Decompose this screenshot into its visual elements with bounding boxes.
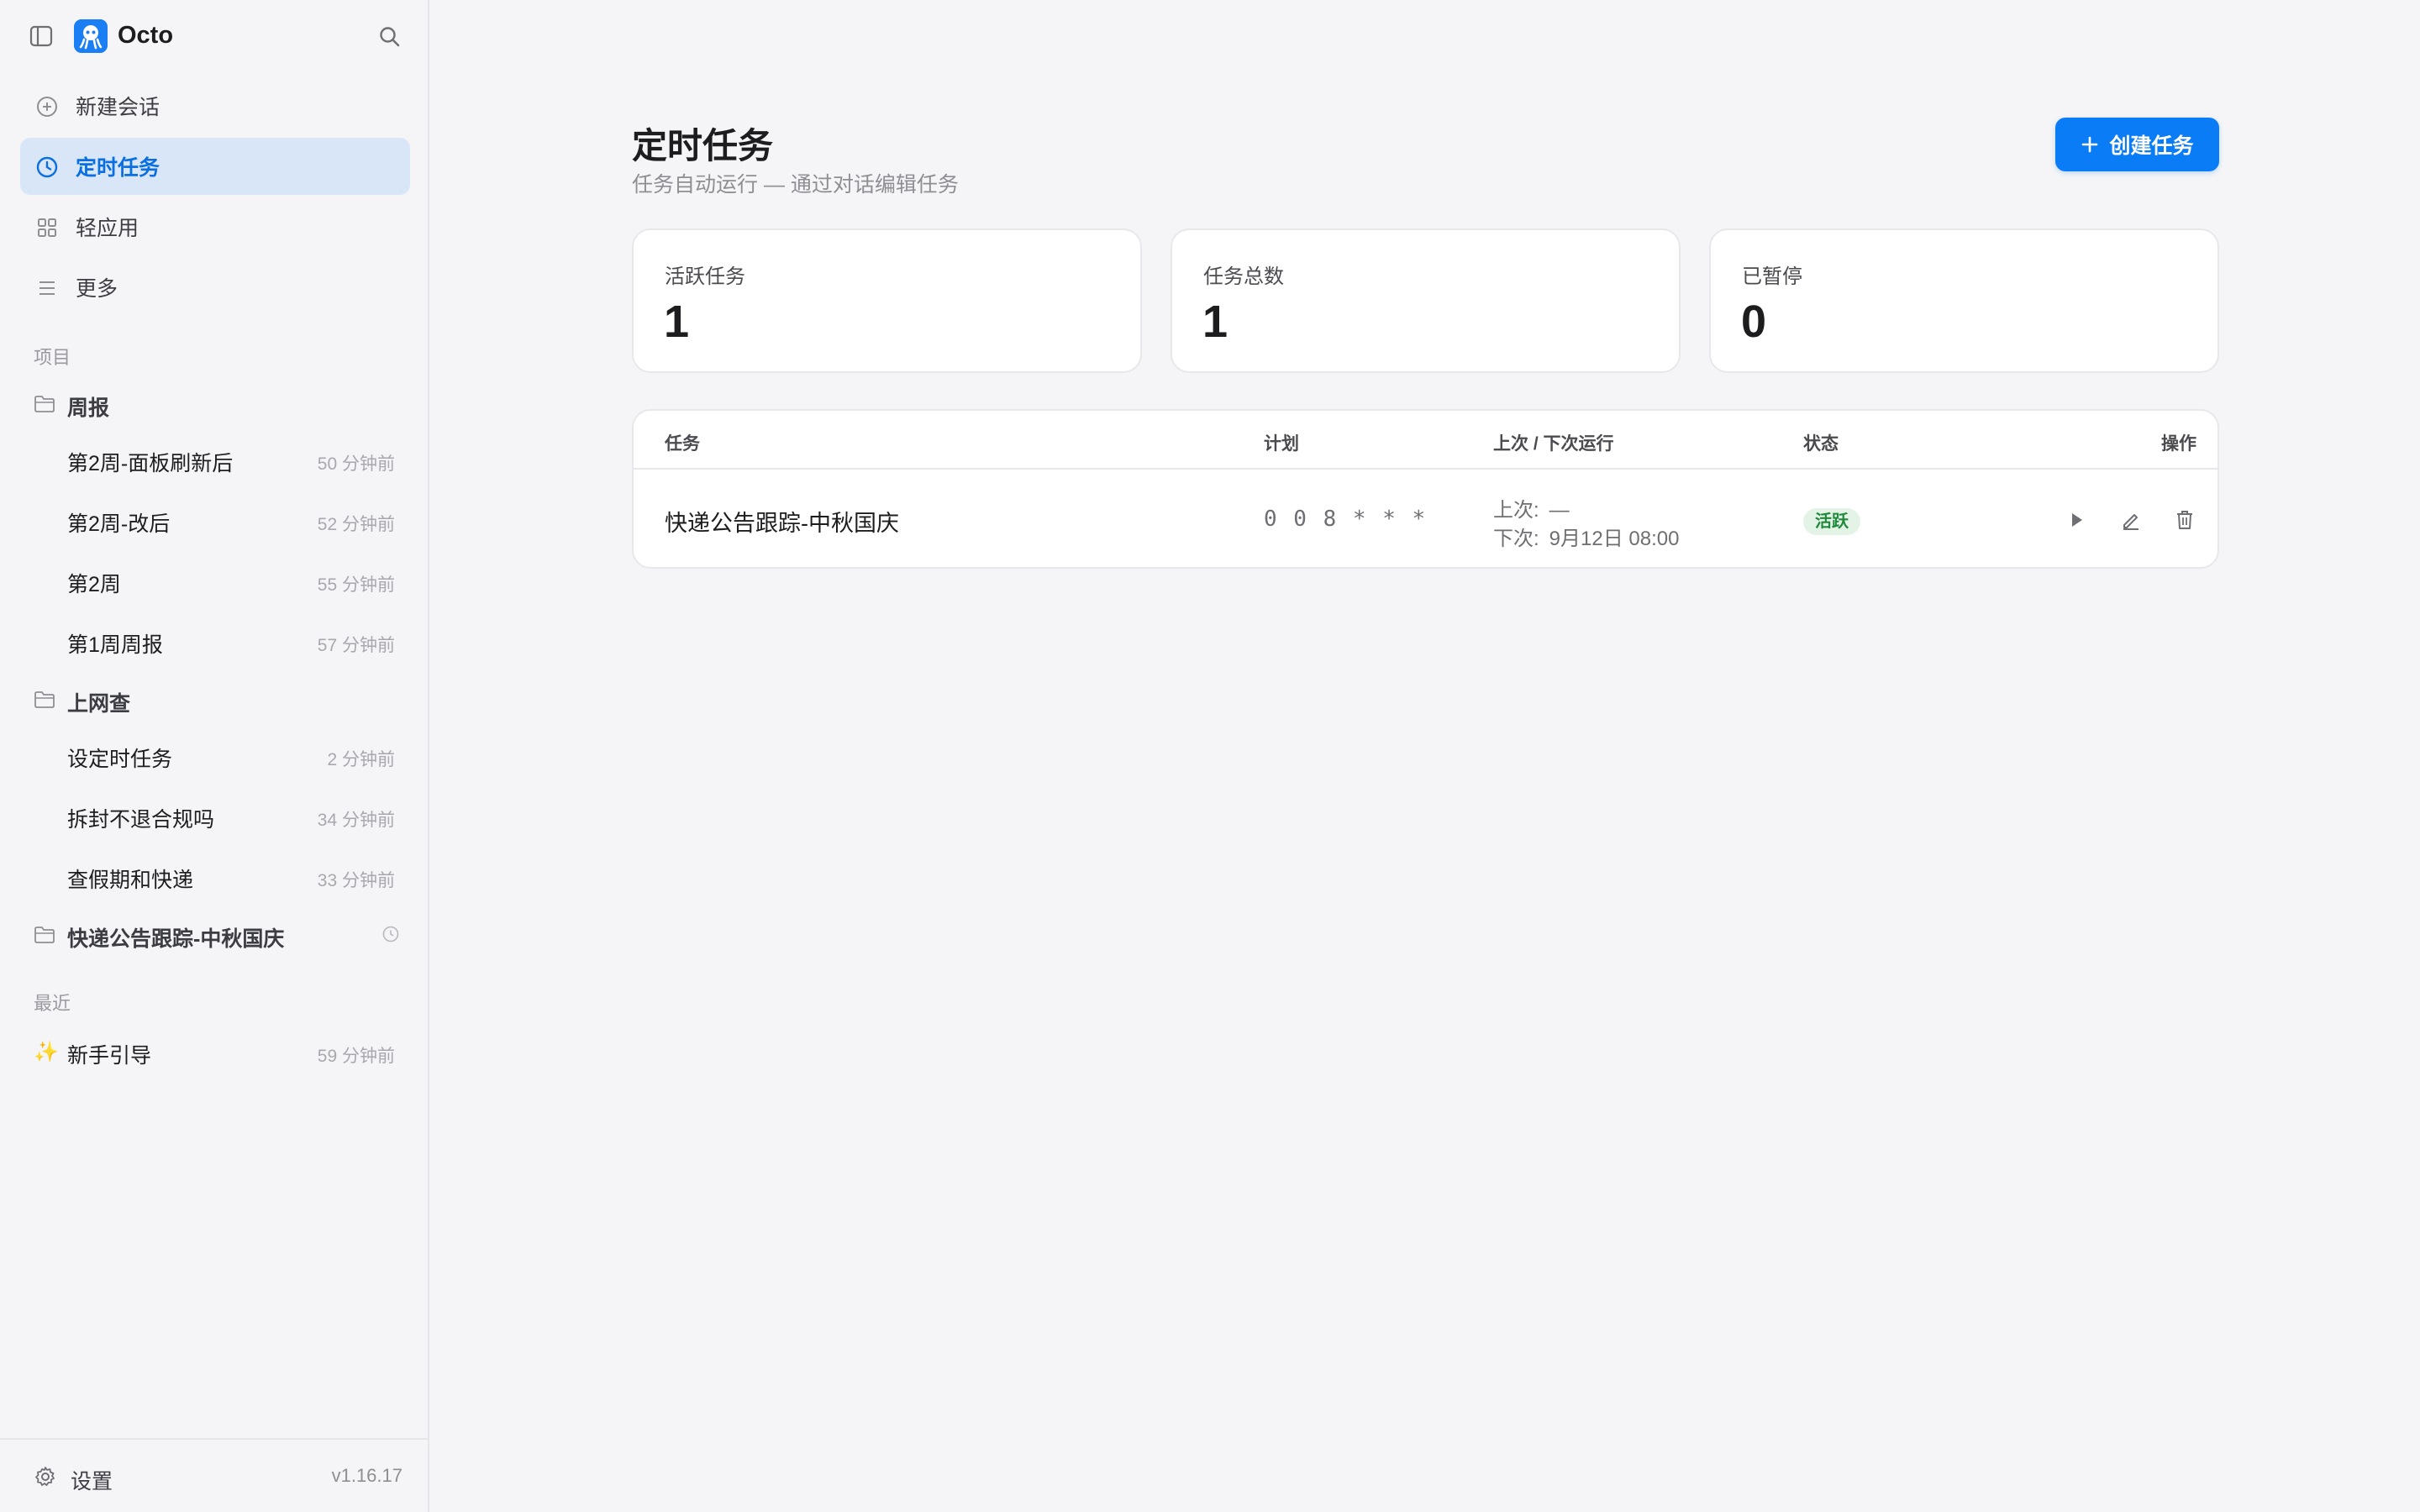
conversation-time: 59 分钟前 xyxy=(317,1047,395,1066)
main-content: 定时任务 任务自动运行 — 通过对话编辑任务 创建任务 活跃任务 1 任务总数 … xyxy=(429,0,2420,1512)
gear-icon xyxy=(35,1467,55,1486)
stat-label: 任务总数 xyxy=(1203,265,1284,288)
nav-new-chat-label: 新建会话 xyxy=(76,96,160,119)
plus-icon xyxy=(2082,136,2098,153)
section-label-projects: 项目 xyxy=(34,347,71,368)
folder-icon xyxy=(34,691,55,708)
clock-icon xyxy=(36,156,58,178)
column-header-actions: 操作 xyxy=(2161,434,2196,454)
sidebar-header: Octo xyxy=(0,0,428,74)
conversation-title: 第2周-面板刷新后 xyxy=(67,452,234,475)
conversation-time: 50 分钟前 xyxy=(317,454,395,474)
conversation-time: 33 分钟前 xyxy=(317,871,395,890)
search-icon[interactable] xyxy=(376,24,403,50)
folder-icon xyxy=(34,927,55,943)
nav-more[interactable]: 更多 xyxy=(20,259,410,316)
task-table: 任务 计划 上次 / 下次运行 状态 操作 快递公告跟踪-中秋国庆 0 0 8 … xyxy=(632,409,2219,569)
scheduled-clock-icon xyxy=(382,926,399,942)
stat-label: 已暂停 xyxy=(1742,265,1802,288)
conversation-title: 新手引导 xyxy=(67,1044,152,1068)
project-name: 快递公告跟踪-中秋国庆 xyxy=(67,927,285,951)
delete-button[interactable] xyxy=(2168,503,2202,537)
stat-value: 1 xyxy=(1202,297,1228,347)
table-row[interactable]: 快递公告跟踪-中秋国庆 0 0 8 * * * 上次: — 下次: 9月12日 08… xyxy=(634,471,2217,567)
nav-light-apps-label: 轻应用 xyxy=(76,217,139,240)
column-header-schedule: 计划 xyxy=(1264,434,1299,454)
project-folder[interactable]: 快递公告跟踪-中秋国庆 xyxy=(20,911,410,958)
conversation-item[interactable]: 查假期和快递 33 分钟前 xyxy=(20,851,410,901)
menu-icon xyxy=(39,281,55,295)
folder-icon xyxy=(34,396,55,412)
page-title: 定时任务 xyxy=(632,126,774,165)
conversation-time: 34 分钟前 xyxy=(317,811,395,830)
create-task-label: 创建任务 xyxy=(2109,134,2194,158)
conversation-item[interactable]: 设定时任务 2 分钟前 xyxy=(20,730,410,780)
conversation-item[interactable]: 第2周 55 分钟前 xyxy=(20,555,410,606)
stat-value: 0 xyxy=(1741,297,1767,347)
task-schedule: 0 0 8 * * * xyxy=(1264,507,1428,532)
create-task-button[interactable]: 创建任务 xyxy=(2055,118,2219,171)
settings-label: 设置 xyxy=(71,1470,113,1494)
conversation-time: 2 分钟前 xyxy=(327,750,395,769)
conversation-item[interactable]: 第1周周报 57 分钟前 xyxy=(20,616,410,666)
nav-scheduled-tasks[interactable]: 定时任务 xyxy=(20,138,410,195)
column-header-runs: 上次 / 下次运行 xyxy=(1493,434,1614,454)
settings-button[interactable]: 设置 xyxy=(20,1455,188,1499)
conversation-item[interactable]: ✨ 新手引导 59 分钟前 xyxy=(20,1026,410,1077)
nav-scheduled-tasks-label: 定时任务 xyxy=(76,156,160,180)
conversation-title: 拆封不退合规吗 xyxy=(67,808,215,832)
project-name: 上网查 xyxy=(67,692,131,716)
octo-logo-icon xyxy=(74,19,108,53)
project-folder[interactable]: 上网查 xyxy=(20,676,410,723)
last-run: 上次: — xyxy=(1493,493,1570,522)
table-header: 任务 计划 上次 / 下次运行 状态 操作 xyxy=(634,411,2217,470)
conversation-item[interactable]: 拆封不退合规吗 34 分钟前 xyxy=(20,790,410,841)
sidebar-toggle-icon[interactable] xyxy=(29,24,54,49)
conversation-item[interactable]: 第2周-面板刷新后 50 分钟前 xyxy=(20,434,410,485)
grid-icon xyxy=(38,218,56,237)
conversation-title: 查假期和快递 xyxy=(67,869,194,892)
conversation-title: 第2周-改后 xyxy=(67,512,171,536)
project-name: 周报 xyxy=(67,396,110,420)
sparkle-icon: ✨ xyxy=(34,1041,59,1063)
section-label-recent: 最近 xyxy=(34,993,71,1014)
play-icon xyxy=(2072,513,2082,527)
stat-value: 1 xyxy=(664,297,690,347)
conversation-time: 57 分钟前 xyxy=(317,636,395,655)
app-version: v1.16.17 xyxy=(331,1465,402,1486)
stat-card-paused: 已暂停 0 xyxy=(1709,228,2219,373)
column-header-task: 任务 xyxy=(665,434,700,454)
next-run-label: 下次: xyxy=(1493,528,1539,550)
nav-new-chat[interactable]: 新建会话 xyxy=(20,77,410,134)
next-run-value: 9月12日 08:00 xyxy=(1549,528,1680,550)
sidebar: Octo 新建会话 定时任务 轻应用 更多 项目 周报 第2周-面板刷新后 50… xyxy=(0,0,429,1512)
run-button[interactable] xyxy=(2060,503,2093,537)
last-run-value: — xyxy=(1549,499,1570,522)
project-folder[interactable]: 周报 xyxy=(20,381,410,428)
sidebar-footer: 设置 v1.16.17 xyxy=(0,1438,428,1512)
nav-light-apps[interactable]: 轻应用 xyxy=(20,198,410,255)
app-name: Octo xyxy=(118,22,174,49)
edit-button[interactable] xyxy=(2114,503,2148,537)
page-subtitle: 任务自动运行 — 通过对话编辑任务 xyxy=(632,173,959,197)
stat-label: 活跃任务 xyxy=(665,265,745,288)
conversation-item[interactable]: 第2周-改后 52 分钟前 xyxy=(20,495,410,545)
conversation-title: 第2周 xyxy=(67,573,121,596)
conversation-title: 第1周周报 xyxy=(67,633,163,657)
last-run-label: 上次: xyxy=(1493,499,1539,522)
nav-more-label: 更多 xyxy=(76,277,118,301)
trash-icon xyxy=(2177,511,2192,529)
pencil-icon xyxy=(2123,514,2139,530)
stat-card-total: 任务总数 1 xyxy=(1171,228,1681,373)
app-window: Octo 新建会话 定时任务 轻应用 更多 项目 周报 第2周-面板刷新后 50… xyxy=(0,0,2420,1512)
conversation-time: 52 分钟前 xyxy=(317,515,395,534)
conversation-time: 55 分钟前 xyxy=(317,575,395,595)
status-badge: 活跃 xyxy=(1803,508,1860,535)
task-name: 快递公告跟踪-中秋国庆 xyxy=(665,511,899,536)
column-header-status: 状态 xyxy=(1803,434,1839,454)
plus-circle-icon xyxy=(37,97,57,117)
stat-card-active: 活跃任务 1 xyxy=(632,228,1142,373)
conversation-title: 设定时任务 xyxy=(67,748,173,771)
next-run: 下次: 9月12日 08:00 xyxy=(1493,522,1679,551)
